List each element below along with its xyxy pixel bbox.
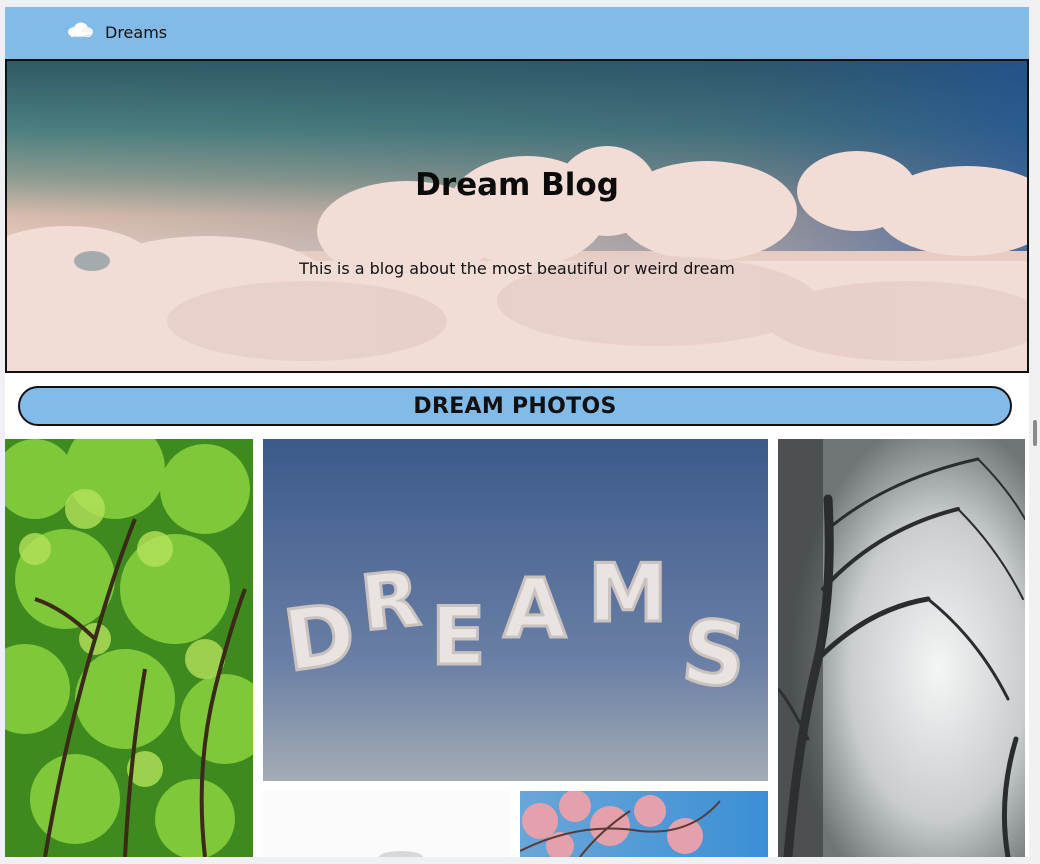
brand-label: Dreams (105, 22, 168, 42)
cherry-blossom-photo[interactable] (520, 791, 768, 857)
hero-banner: Dream Blog This is a blog about the most… (5, 59, 1029, 373)
page-scrollbar[interactable] (1031, 0, 1040, 864)
page: Dreams Dream Blog This is a blog about t… (5, 7, 1029, 857)
svg-text:E: E (431, 590, 486, 683)
svg-text:M: M (588, 547, 668, 640)
hero-title: Dream Blog (415, 167, 619, 203)
svg-text:S: S (677, 599, 751, 708)
cloud-icon (66, 21, 94, 43)
green-forest-photo[interactable] (5, 439, 253, 857)
svg-text:D: D (278, 584, 361, 691)
misty-trees-photo[interactable] (778, 439, 1025, 857)
dreams-clouds-photo[interactable]: D R E A M S (263, 439, 768, 781)
white-photo[interactable] (263, 791, 510, 857)
hero-subtitle: This is a blog about the most beautiful … (299, 259, 735, 278)
brand-link[interactable]: Dreams (66, 21, 167, 43)
navbar: Dreams (5, 7, 1029, 59)
svg-text:A: A (503, 562, 567, 657)
hero-clouds-image (7, 61, 1027, 371)
scrollbar-thumb[interactable] (1033, 420, 1037, 446)
dream-photos-heading: DREAM PHOTOS (18, 386, 1012, 426)
svg-text:R: R (357, 553, 425, 648)
